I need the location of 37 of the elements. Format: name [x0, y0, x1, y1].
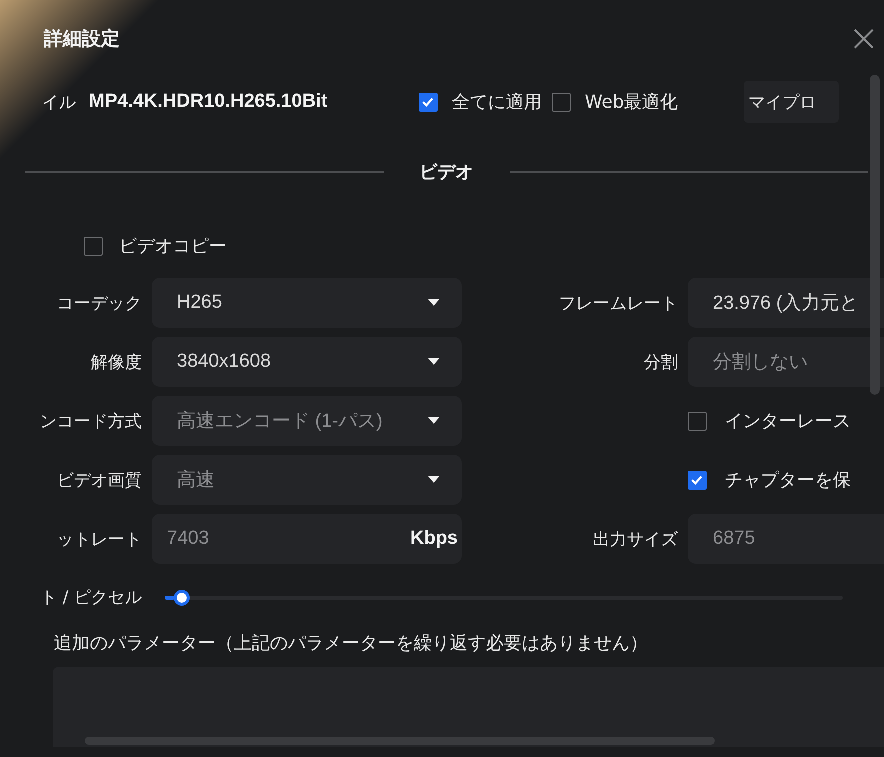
slider-label: ト / ピクセル	[39, 587, 142, 609]
caret-icon	[428, 358, 440, 366]
checkbox[interactable]	[552, 92, 571, 112]
field-label: ットレート	[56, 528, 142, 550]
field-label: 解像度	[90, 352, 142, 374]
field-label: コーデック	[56, 292, 142, 314]
checkbox-label: チャプターを保	[725, 469, 851, 492]
close-icon[interactable]	[854, 29, 874, 49]
field-label: 分割	[643, 352, 678, 374]
parameters-label: 追加のパラメーター（上記のパラメーターを繰り返す必要はありません）	[54, 632, 649, 655]
profile-value: MP4.4K.HDR10.H265.10Bit	[89, 91, 329, 113]
dropdown[interactable]: 3840x1608	[152, 337, 462, 387]
value-field[interactable]: 23.976 (入力元と	[688, 278, 884, 328]
dropdown[interactable]: H265	[152, 278, 462, 328]
profile-button[interactable]: マイプロ	[744, 81, 840, 123]
option-label: 全てに適用	[452, 91, 542, 114]
section-title: ビデオ	[420, 161, 474, 184]
checkbox[interactable]	[419, 92, 438, 112]
field-label: ンコード方式	[39, 410, 142, 432]
checkbox[interactable]	[688, 470, 707, 490]
option-label: Web最適化	[585, 91, 678, 114]
checkbox[interactable]	[688, 412, 707, 430]
checkbox-label: インターレース	[725, 410, 851, 433]
field-label: ビデオ画質	[56, 470, 142, 492]
caret-icon	[428, 476, 440, 484]
field-label: フレームレート	[558, 292, 678, 314]
unit-label: Kbps	[410, 528, 458, 550]
slider-thumb[interactable]	[174, 590, 190, 606]
dialog-title: 詳細設定	[44, 27, 120, 52]
checkbox-label: ビデオコピー	[119, 235, 227, 258]
parameters-field[interactable]	[53, 667, 884, 747]
field-label: 出力サイズ	[592, 528, 678, 550]
profile-label: イル	[41, 92, 76, 114]
checkbox[interactable]	[84, 236, 103, 256]
caret-icon	[428, 417, 440, 425]
scrollbar[interactable]	[870, 75, 880, 395]
caret-icon	[428, 299, 440, 307]
